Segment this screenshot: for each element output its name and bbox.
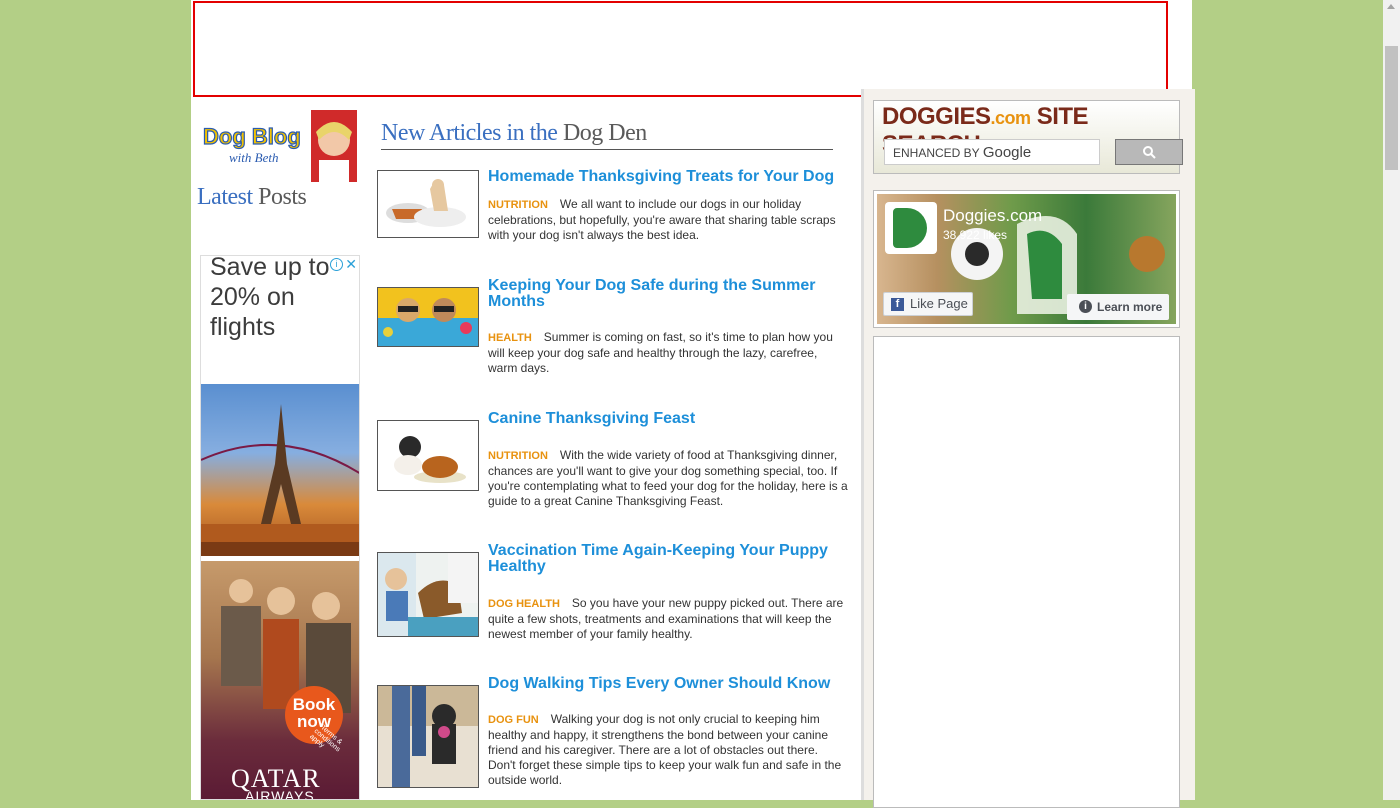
search-button[interactable] — [1115, 139, 1183, 165]
article-thumbnail[interactable] — [377, 685, 479, 788]
scrollbar-thumb[interactable] — [1385, 46, 1398, 170]
article-thumbnail[interactable] — [377, 170, 479, 238]
page: Dog Blog with Beth Latest Posts Save up … — [191, 0, 1195, 808]
article-thumbnail[interactable] — [377, 287, 479, 347]
article-excerpt: NUTRITION With the wide variety of food a… — [488, 448, 848, 508]
scroll-up-arrow-icon[interactable] — [1387, 4, 1395, 9]
ad-image-paris — [201, 384, 359, 556]
side-ad-qatar[interactable]: Save up to 20% on flights i ✕ Book now *… — [200, 255, 360, 800]
search-icon — [1143, 146, 1156, 159]
facebook-learn-more-button[interactable]: i Learn more — [1067, 294, 1169, 320]
ad-brand-2: AIRWAYS — [245, 788, 315, 800]
dog-blog-logo[interactable]: Dog Blog with Beth — [199, 110, 357, 182]
search-input[interactable]: ENHANCED BY Google — [884, 139, 1100, 165]
section-heading: New Articles in the Dog Den — [381, 120, 833, 150]
ad-close-icon[interactable]: ✕ — [345, 256, 357, 273]
article-excerpt: HEALTH Summer is coming on fast, so it's … — [488, 330, 833, 375]
ad-text: Save up to 20% on flights — [210, 255, 330, 341]
article-excerpt: NUTRITION We all want to include our dogs… — [488, 197, 836, 242]
page-scrollbar[interactable] — [1383, 0, 1400, 800]
facebook-cover-image[interactable]: Doggies.com 38,922 likes f Like Page i Lea… — [877, 194, 1176, 324]
top-ad-banner[interactable] — [193, 1, 1168, 97]
blog-logo-text: Dog Blog — [203, 124, 301, 149]
facebook-icon: f — [891, 298, 904, 311]
article-category[interactable]: NUTRITION — [488, 450, 548, 462]
article-title-link[interactable]: Keeping Your Dog Safe during the Summer … — [488, 278, 848, 310]
site-search-widget: DOGGIES.com SITE SEARCH ENHANCED BY Goog… — [873, 100, 1183, 174]
article-title-link[interactable]: Homemade Thanksgiving Treats for Your Do… — [488, 169, 848, 185]
ad-info-icon[interactable]: i — [330, 258, 343, 271]
article-title-link[interactable]: Vaccination Time Again-Keeping Your Pupp… — [488, 543, 848, 575]
article-category[interactable]: NUTRITION — [488, 199, 548, 211]
article-thumbnail[interactable] — [377, 420, 479, 491]
facebook-page-widget: Doggies.com 38,922 likes f Like Page i Lea… — [873, 190, 1180, 328]
article-excerpt: DOG FUN Walking your dog is not only cruc… — [488, 712, 842, 787]
article-category[interactable]: DOG HEALTH — [488, 598, 560, 610]
article-excerpt: DOG HEALTH So you have your new puppy pic… — [488, 596, 844, 641]
facebook-likes: 38,922 likes — [943, 228, 1008, 242]
facebook-like-button[interactable]: f Like Page — [883, 292, 973, 316]
facebook-page-name[interactable]: Doggies.com — [943, 206, 1042, 226]
article-category[interactable]: HEALTH — [488, 332, 532, 344]
article-title-link[interactable]: Dog Walking Tips Every Owner Should Know — [488, 676, 848, 692]
right-ad-slot — [873, 336, 1180, 808]
article-category[interactable]: DOG FUN — [488, 714, 539, 726]
article-thumbnail[interactable] — [377, 552, 479, 637]
info-icon: i — [1079, 300, 1092, 313]
doggies-logo[interactable] — [885, 202, 937, 254]
article-title-link[interactable]: Canine Thanksgiving Feast — [488, 411, 848, 427]
svg-text:with Beth: with Beth — [229, 150, 278, 165]
latest-posts-heading: Latest Posts — [197, 184, 307, 210]
